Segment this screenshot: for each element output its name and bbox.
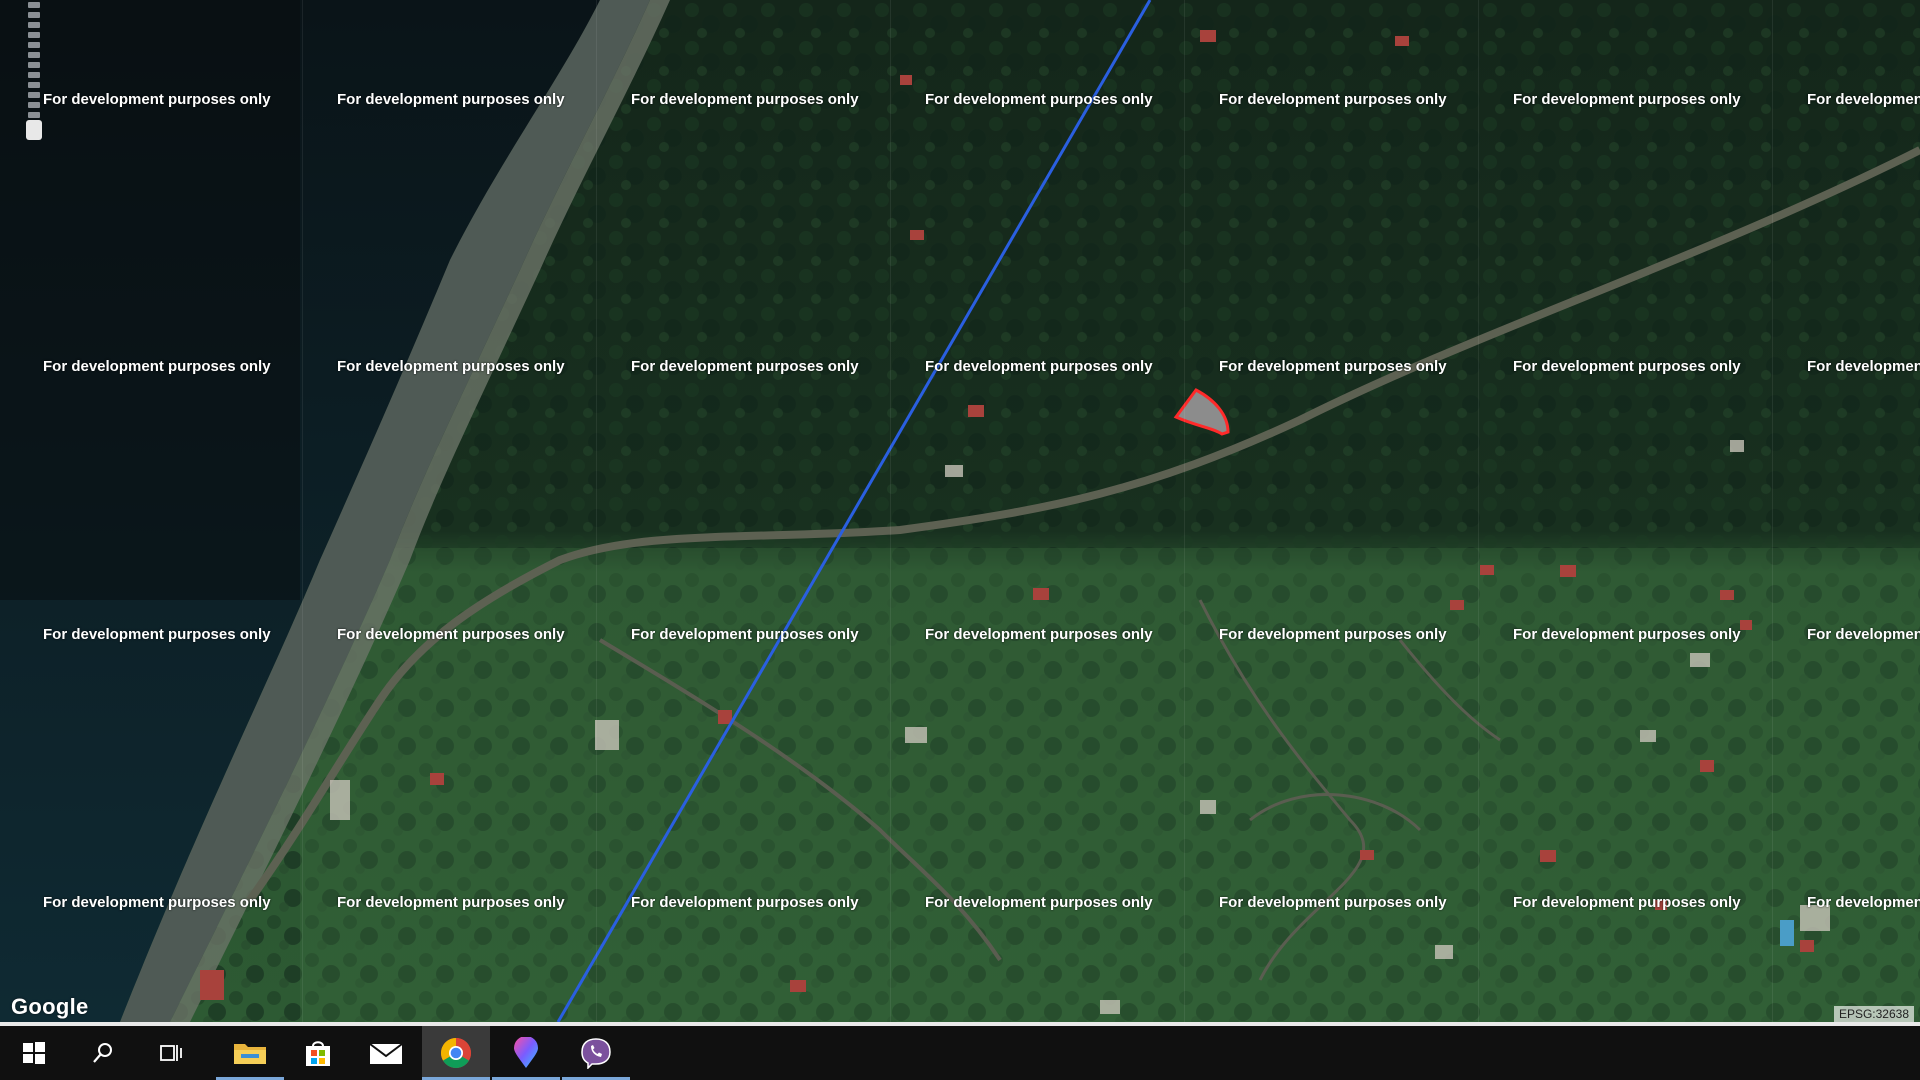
store-bag-icon — [306, 1041, 330, 1066]
watermark-text: For development purposes only — [337, 894, 565, 911]
zoom-level-tick[interactable] — [28, 32, 40, 38]
search-icon — [93, 1043, 112, 1063]
watermark-text: For development purposes only — [1807, 91, 1920, 108]
watermark-text: For development purposes only — [1219, 894, 1447, 911]
windows-taskbar — [0, 1026, 1920, 1080]
zoom-level-tick[interactable] — [28, 42, 40, 48]
search-button[interactable] — [69, 1026, 137, 1080]
watermark-text: For development purposes only — [631, 358, 859, 375]
watermark-text: For development purposes only — [1219, 626, 1447, 643]
watermark-text: For development purposes only — [1807, 358, 1920, 375]
chrome-icon — [440, 1038, 472, 1069]
watermark-text: For development purposes only — [1513, 91, 1741, 108]
watermark-text: For development purposes only — [631, 894, 859, 911]
watermark-text: For development purposes only — [1513, 358, 1741, 375]
zoom-level-tick[interactable] — [28, 22, 40, 28]
zoom-level-tick[interactable] — [28, 72, 40, 78]
projection-label: EPSG:32638 — [1833, 1006, 1914, 1022]
watermark-text: For development purposes only — [337, 626, 565, 643]
watermark-text: For development purposes only — [631, 626, 859, 643]
zoom-level-tick[interactable] — [28, 102, 40, 108]
start-button[interactable] — [0, 1026, 68, 1080]
tile-grid-line — [1478, 0, 1479, 1022]
watermark-text: For development purposes only — [925, 358, 1153, 375]
zoom-level-tick[interactable] — [28, 12, 40, 18]
watermark-text: For development purposes only — [925, 894, 1153, 911]
watermark-text: For development purposes only — [925, 91, 1153, 108]
zoom-level-tick[interactable] — [28, 52, 40, 58]
watermark-text: For development purposes only — [925, 626, 1153, 643]
viber-button[interactable] — [562, 1026, 630, 1080]
tile-grid-line — [1772, 0, 1773, 1022]
tile-grid-line — [890, 0, 891, 1022]
tile-grid-line — [596, 0, 597, 1022]
google-logo: Google — [11, 994, 89, 1019]
viber-icon — [581, 1038, 611, 1069]
watermark-text: For development purposes only — [1513, 894, 1741, 911]
satellite-imagery — [0, 0, 1920, 1022]
watermark-text: For development purposes only — [43, 894, 271, 911]
watermark-text: For development purposes only — [337, 91, 565, 108]
windows-start-icon — [23, 1042, 45, 1064]
zoom-level-tick[interactable] — [28, 112, 40, 118]
watermark-text: For development purposes only — [1807, 626, 1920, 643]
map-canvas[interactable]: For development purposes only For develop… — [0, 0, 1920, 1022]
mail-icon — [369, 1043, 403, 1064]
file-explorer-button[interactable] — [216, 1026, 284, 1080]
zoom-level-tick[interactable] — [28, 62, 40, 68]
zoom-level-tick[interactable] — [28, 2, 40, 8]
zoom-slider[interactable] — [24, 0, 44, 140]
watermark-text: For development purposes only — [43, 358, 271, 375]
watermark-text: For development purposes only — [1219, 91, 1447, 108]
store-button[interactable] — [284, 1026, 352, 1080]
watermark-text: For development purposes only — [337, 358, 565, 375]
watermark-text: For development purposes only — [1219, 358, 1447, 375]
watermark-text: For development purposes only — [631, 91, 859, 108]
folder-icon — [234, 1044, 266, 1064]
task-view-icon — [160, 1045, 182, 1061]
tile-grid-line — [1184, 0, 1185, 1022]
tile-grid-line — [302, 0, 303, 1022]
mail-button[interactable] — [352, 1026, 420, 1080]
task-view-button[interactable] — [138, 1026, 206, 1080]
watermark-text: For development purposes only — [43, 626, 271, 643]
watermark-text: For development purposes only — [43, 91, 271, 108]
map-pin-icon — [514, 1037, 538, 1068]
watermark-text: For development purposes only — [1807, 894, 1920, 911]
zoom-level-tick[interactable] — [28, 92, 40, 98]
zoom-slider-handle[interactable] — [26, 120, 42, 140]
watermark-text: For development purposes only — [1513, 626, 1741, 643]
maps-pin-button[interactable] — [492, 1026, 560, 1080]
zoom-level-tick[interactable] — [28, 82, 40, 88]
chrome-button[interactable] — [422, 1026, 490, 1080]
